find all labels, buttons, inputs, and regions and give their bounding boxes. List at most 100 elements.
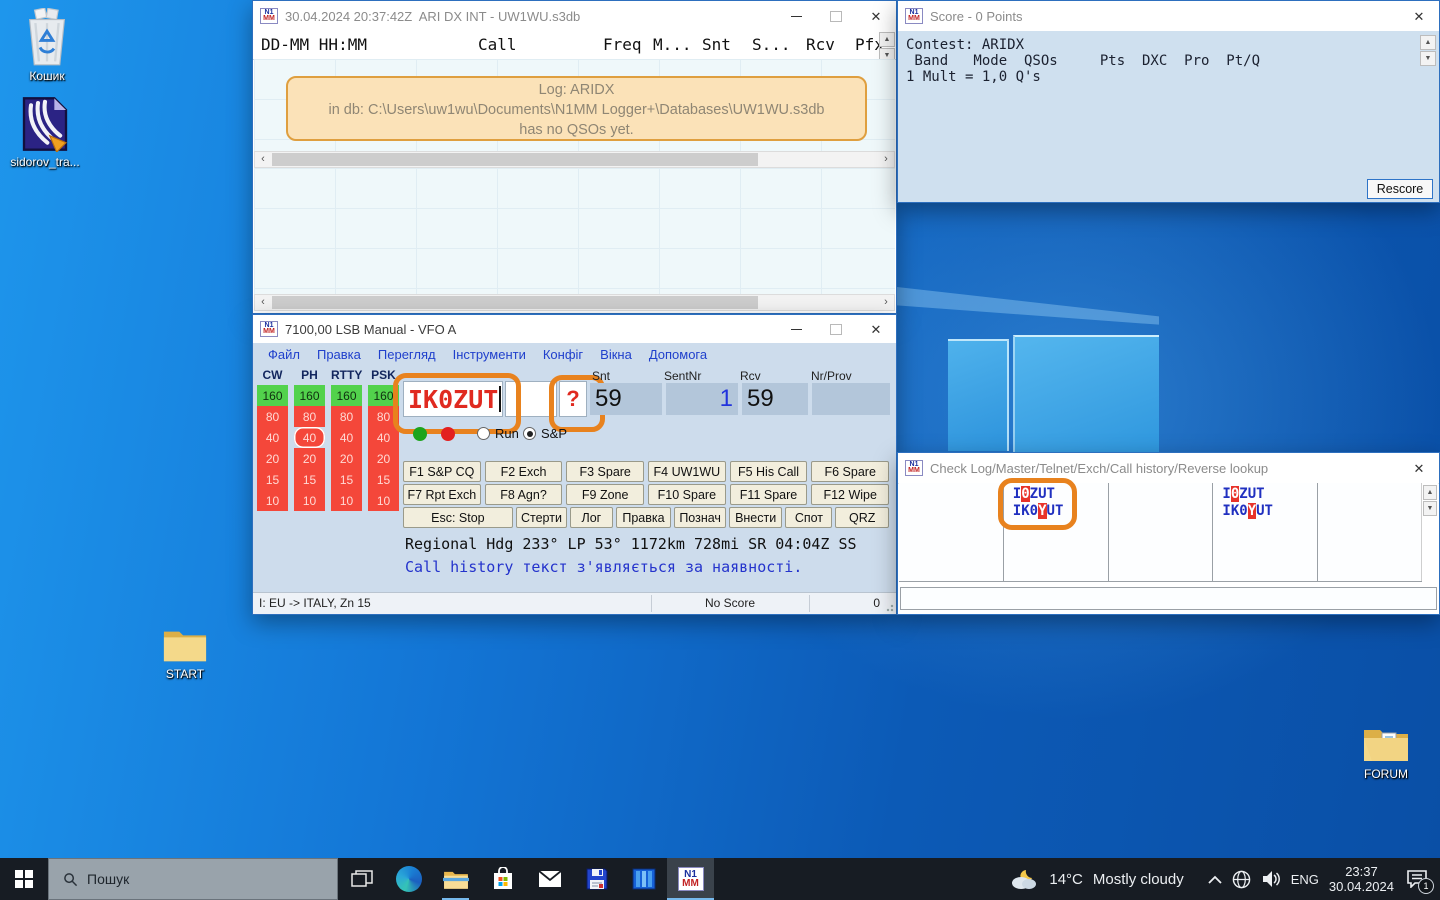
band-button-rtty-20[interactable]: 20 — [331, 448, 362, 469]
band-button-psk-15[interactable]: 15 — [368, 469, 399, 490]
band-button-psk-80[interactable]: 80 — [368, 406, 399, 427]
menu-item-0[interactable]: Файл — [268, 347, 300, 362]
fkey-button-f8[interactable]: F8 Agn? — [485, 484, 563, 505]
maximize-button[interactable] — [816, 2, 856, 31]
score-titlebar[interactable]: N1MM Score - 0 Points ✕ — [898, 1, 1439, 32]
desktop-icon-start-folder[interactable]: START — [150, 626, 220, 681]
spin-up-icon[interactable]: ▲ — [879, 32, 895, 47]
fkey-button-f12[interactable]: F12 Wipe — [811, 484, 889, 505]
action-center-button[interactable]: 1 — [1404, 866, 1430, 892]
close-button[interactable]: ✕ — [856, 315, 896, 344]
network-globe-icon[interactable] — [1232, 870, 1251, 889]
resize-grip-icon[interactable] — [886, 604, 894, 612]
band-button-cw-15[interactable]: 15 — [257, 469, 288, 490]
score-spinner[interactable]: ▲ ▼ — [1420, 35, 1436, 67]
desktop-icon-sidorov-file[interactable]: sidorov_tra... — [2, 96, 88, 169]
action-button-1[interactable]: Стерти — [516, 507, 567, 528]
band-button-ph-80[interactable]: 80 — [294, 406, 325, 427]
band-button-psk-40[interactable]: 40 — [368, 427, 399, 448]
log-titlebar[interactable]: N1MM 30.04.2024 20:37:42Z ARI DX INT - U… — [253, 1, 896, 32]
rescore-button[interactable]: Rescore — [1367, 179, 1433, 199]
close-button[interactable]: ✕ — [1399, 454, 1439, 483]
taskbar-clock[interactable]: 23:37 30.04.2024 — [1329, 864, 1394, 894]
band-button-cw-160[interactable]: 160 — [257, 385, 288, 406]
band-button-rtty-80[interactable]: 80 — [331, 406, 362, 427]
nrprov-field[interactable] — [812, 383, 890, 415]
band-button-rtty-15[interactable]: 15 — [331, 469, 362, 490]
band-button-cw-40[interactable]: 40 — [257, 427, 288, 448]
action-button-7[interactable]: QRZ — [835, 507, 889, 528]
fkey-button-f4[interactable]: F4 UW1WU — [648, 461, 726, 482]
close-button[interactable]: ✕ — [1399, 2, 1439, 31]
backup-app-button[interactable] — [573, 858, 620, 900]
fkey-button-f11[interactable]: F11 Spare — [730, 484, 808, 505]
file-explorer-button[interactable] — [432, 858, 479, 900]
log-hscrollbar-1[interactable]: ‹ › — [254, 151, 895, 168]
run-radio[interactable]: Run — [477, 426, 519, 441]
menu-item-2[interactable]: Перегляд — [378, 347, 436, 362]
spin-up-icon[interactable]: ▲ — [1420, 35, 1436, 50]
weather-temp[interactable]: 14°C — [1049, 871, 1083, 888]
action-button-0[interactable]: Esc: Stop — [403, 507, 513, 528]
start-button[interactable] — [0, 858, 48, 900]
spin-up-icon[interactable]: ▲ — [1423, 485, 1437, 500]
band-button-rtty-160[interactable]: 160 — [331, 385, 362, 406]
maximize-button[interactable] — [816, 315, 856, 344]
fkey-button-f1[interactable]: F1 S&P CQ — [403, 461, 481, 482]
desktop-icon-forum-folder[interactable]: FORUM — [1348, 724, 1424, 781]
menu-item-3[interactable]: Інструменти — [453, 347, 526, 362]
scroll-thumb[interactable] — [272, 296, 758, 309]
log-hscrollbar-2[interactable]: ‹ › — [254, 294, 895, 311]
action-button-4[interactable]: Познач — [674, 507, 725, 528]
menu-item-6[interactable]: Допомога — [649, 347, 707, 362]
weather-desc[interactable]: Mostly cloudy — [1093, 871, 1184, 888]
band-button-cw-80[interactable]: 80 — [257, 406, 288, 427]
action-button-5[interactable]: Внести — [729, 507, 783, 528]
spin-down-icon[interactable]: ▼ — [1420, 51, 1436, 66]
fkey-button-f6[interactable]: F6 Spare — [811, 461, 889, 482]
band-button-ph-10[interactable]: 10 — [294, 490, 325, 511]
snt-field[interactable]: 59 — [590, 383, 662, 415]
desktop-icon-recycle-bin[interactable]: Кошик — [8, 8, 86, 83]
fkey-button-f9[interactable]: F9 Zone — [566, 484, 644, 505]
sp-radio[interactable]: S&P — [523, 426, 567, 441]
fkey-button-f2[interactable]: F2 Exch — [485, 461, 563, 482]
fkey-button-f3[interactable]: F3 Spare — [566, 461, 644, 482]
fkey-button-f5[interactable]: F5 His Call — [730, 461, 808, 482]
minimize-button[interactable] — [776, 2, 816, 31]
task-view-button[interactable] — [338, 858, 385, 900]
action-button-6[interactable]: Спот — [785, 507, 832, 528]
menu-item-4[interactable]: Конфіг — [543, 347, 583, 362]
spin-down-icon[interactable]: ▼ — [1423, 501, 1437, 516]
band-button-cw-10[interactable]: 10 — [257, 490, 288, 511]
band-button-ph-160[interactable]: 160 — [294, 385, 325, 406]
callsign-input[interactable]: IK0ZUT — [403, 381, 503, 417]
action-button-2[interactable]: Лог — [570, 507, 612, 528]
band-button-rtty-40[interactable]: 40 — [331, 427, 362, 448]
mail-button[interactable] — [526, 858, 573, 900]
check-titlebar[interactable]: N1MM Check Log/Master/Telnet/Exch/Call h… — [898, 453, 1439, 484]
action-button-3[interactable]: Правка — [616, 507, 672, 528]
scroll-thumb[interactable] — [272, 153, 758, 166]
partial-check-indicator[interactable]: ? — [559, 381, 587, 417]
edge-button[interactable] — [385, 858, 432, 900]
band-button-ph-20[interactable]: 20 — [294, 448, 325, 469]
exchange-input[interactable] — [505, 381, 557, 417]
archive-app-button[interactable] — [620, 858, 667, 900]
rcv-field[interactable]: 59 — [742, 383, 808, 415]
language-indicator[interactable]: ENG — [1291, 872, 1319, 887]
sentnr-field[interactable]: 1 — [666, 383, 738, 415]
band-button-psk-20[interactable]: 20 — [368, 448, 399, 469]
fkey-button-f10[interactable]: F10 Spare — [648, 484, 726, 505]
band-button-psk-160[interactable]: 160 — [368, 385, 399, 406]
n1mm-taskbar-button[interactable]: N1MM — [667, 858, 714, 900]
menu-item-5[interactable]: Вікна — [600, 347, 632, 362]
band-button-ph-15[interactable]: 15 — [294, 469, 325, 490]
scroll-left-icon[interactable]: ‹ — [255, 152, 271, 167]
check-entry-1[interactable]: I0ZUTIK0YUT — [1213, 483, 1273, 520]
fkey-button-f7[interactable]: F7 Rpt Exch — [403, 484, 481, 505]
minimize-button[interactable] — [776, 315, 816, 344]
band-button-cw-20[interactable]: 20 — [257, 448, 288, 469]
band-button-ph-40[interactable]: 40 — [294, 427, 325, 448]
check-spinner[interactable]: ▲ ▼ — [1423, 485, 1437, 517]
